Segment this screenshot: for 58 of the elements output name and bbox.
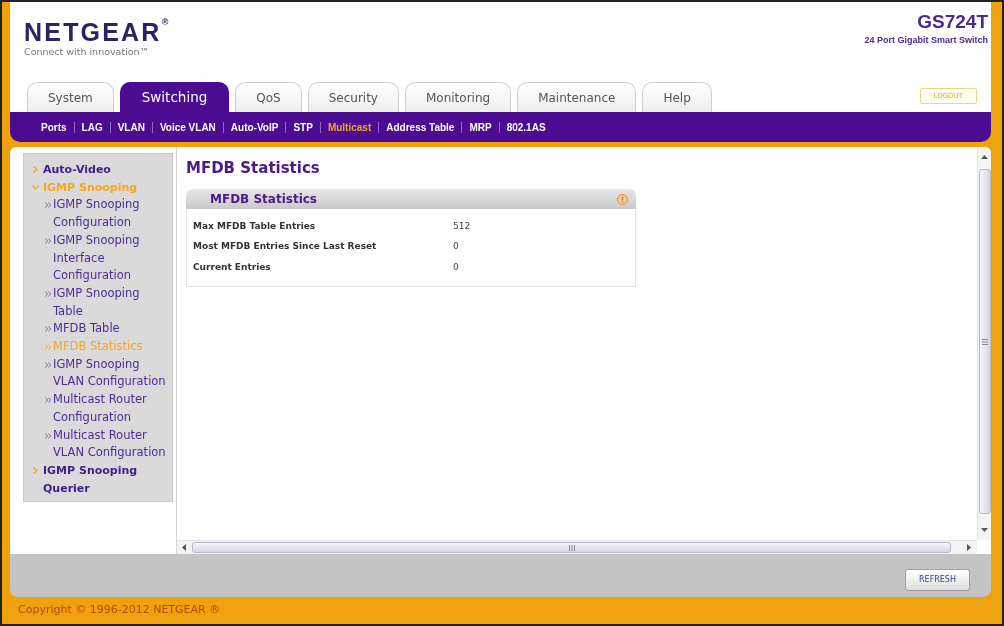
tagline: Connect with innovation™ <box>24 46 151 57</box>
double-chevron-icon <box>45 326 51 333</box>
double-chevron-icon <box>45 290 51 297</box>
scroll-up-arrow-icon[interactable] <box>981 155 988 159</box>
sidebar-subitem[interactable]: IGMP Snooping Configuration <box>53 196 170 232</box>
exclamation-circle-icon[interactable] <box>617 193 628 205</box>
double-chevron-icon <box>45 202 51 209</box>
subnav-link[interactable]: MRP <box>462 119 499 135</box>
subnav-link[interactable]: Multicast <box>320 119 379 135</box>
panel-title: MFDB Statistics <box>210 191 317 208</box>
sidebar-item[interactable]: Auto-Video <box>43 161 167 179</box>
sidebar-subitem[interactable]: IGMP Snooping Interface Configuration <box>53 231 170 285</box>
vertical-scrollbar[interactable] <box>977 147 991 540</box>
subnav-link[interactable]: VLAN <box>110 119 152 135</box>
sidebar-subitem[interactable]: MFDB Table <box>53 320 170 339</box>
field-label: Most MFDB Entries Since Last Reset <box>193 240 378 253</box>
subnav-link[interactable]: Auto-VoIP <box>223 119 286 135</box>
double-chevron-icon <box>45 344 51 351</box>
tab[interactable]: System <box>27 82 114 112</box>
subnav-link[interactable]: Voice VLAN <box>152 119 223 135</box>
subnav-link[interactable]: 802.1AS <box>499 119 553 135</box>
double-chevron-icon <box>45 361 51 368</box>
scrollbar-thumb[interactable] <box>192 542 951 553</box>
sidebar-subitem[interactable]: IGMP Snooping VLAN Configuration <box>53 355 170 392</box>
subnav-link[interactable]: Address Table <box>379 119 462 135</box>
tab[interactable]: Help <box>642 82 712 112</box>
field-value: 0 <box>453 260 459 274</box>
horizontal-scrollbar[interactable] <box>177 540 977 554</box>
sidebar-subitem[interactable]: IGMP Snooping Table <box>53 284 170 321</box>
scroll-right-arrow-icon[interactable] <box>967 544 971 551</box>
double-chevron-icon <box>45 432 51 439</box>
copyright-text: Copyright © 1996-2012 NETGEAR ® <box>18 602 221 619</box>
model-name: GS724T <box>917 12 988 32</box>
field-label: Max MFDB Table Entries <box>193 219 317 233</box>
scroll-left-arrow-icon[interactable] <box>182 544 186 551</box>
refresh-button[interactable]: REFRESH <box>905 569 970 591</box>
double-chevron-icon <box>45 397 51 404</box>
field-label: Current Entries <box>193 260 272 274</box>
subnav-link[interactable]: LAG <box>74 119 110 135</box>
tab[interactable]: Security <box>307 82 399 112</box>
tab[interactable]: Switching <box>119 82 230 112</box>
scroll-down-arrow-icon[interactable] <box>981 528 988 532</box>
sidebar-subitem[interactable]: Multicast Router Configuration <box>53 391 170 427</box>
model-description: 24 Port Gigabit Smart Switch <box>864 35 988 46</box>
page-title: MFDB Statistics <box>186 159 321 177</box>
field-value: 512 <box>453 219 471 233</box>
sidebar-subitem[interactable]: Multicast Router VLAN Configuration <box>53 426 170 462</box>
grip-icon <box>568 544 575 551</box>
double-chevron-icon <box>45 237 51 244</box>
scrollbar-thumb[interactable] <box>978 169 991 514</box>
tab[interactable]: QoS <box>235 82 302 112</box>
field-value: 0 <box>453 240 459 253</box>
tab[interactable]: Maintenance <box>517 82 637 112</box>
subnav-link[interactable]: Ports <box>34 119 74 135</box>
sidebar-item[interactable]: IGMP Snooping Querier <box>43 461 167 498</box>
tab[interactable]: Monitoring <box>404 82 512 112</box>
subnav-link[interactable]: STP <box>286 119 320 135</box>
grip-icon <box>981 338 988 345</box>
